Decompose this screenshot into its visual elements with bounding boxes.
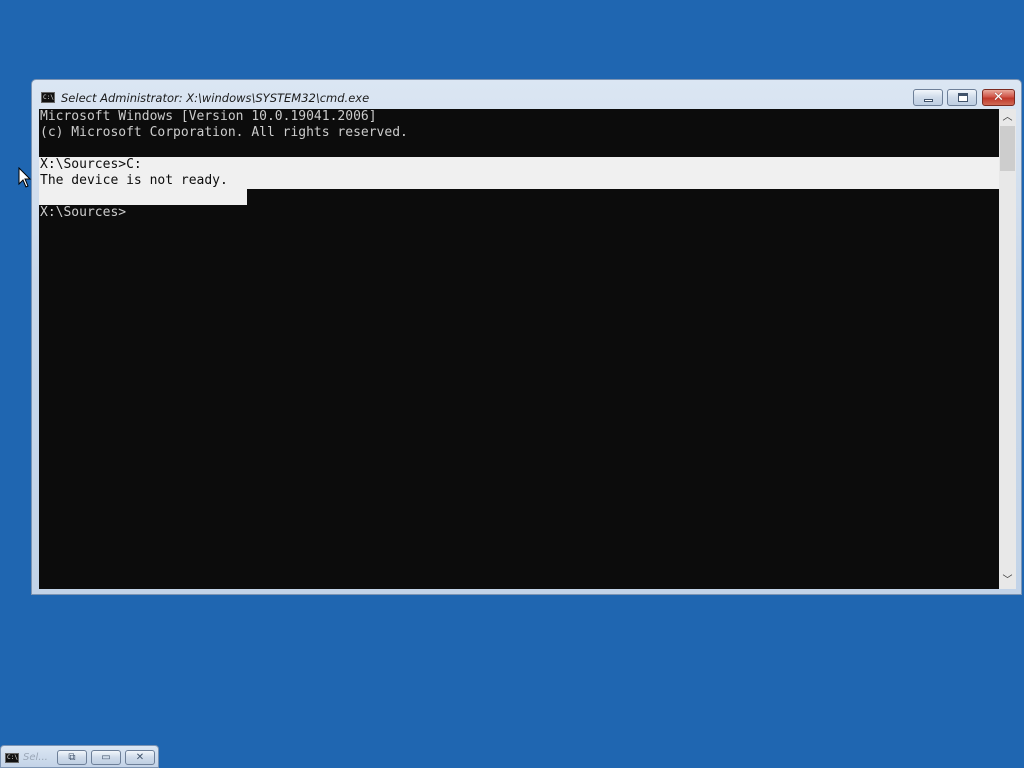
close-button[interactable]: ✕ — [982, 89, 1015, 106]
text-selection-highlight-tail — [39, 189, 247, 205]
desktop: C:\ Select Administrator: X:\windows\SYS… — [0, 0, 1024, 768]
close-button[interactable]: ✕ — [125, 750, 155, 765]
minimized-window-title: Sel... — [23, 752, 48, 763]
minimize-button[interactable] — [913, 89, 943, 106]
console-line-copyright: (c) Microsoft Corporation. All rights re… — [40, 125, 408, 140]
minimized-window[interactable]: C:\ Sel... ⧉ ▭ ✕ — [0, 745, 159, 768]
mouse-pointer-icon — [18, 167, 32, 188]
scroll-up-arrow-icon[interactable]: ︿ — [999, 109, 1016, 126]
maximize-button[interactable] — [947, 89, 977, 106]
vertical-scrollbar[interactable]: ︿ ﹀ — [999, 109, 1016, 589]
console-output[interactable]: Microsoft Windows [Version 10.0.19041.20… — [39, 109, 999, 589]
window-title: Select Administrator: X:\windows\SYSTEM3… — [61, 91, 370, 105]
maximize-button[interactable]: ▭ — [91, 750, 121, 765]
maximize-icon: ▭ — [101, 752, 111, 763]
scroll-down-arrow-icon[interactable]: ﹀ — [999, 572, 1016, 589]
minimize-icon — [924, 99, 933, 102]
console-line-version: Microsoft Windows [Version 10.0.19041.20… — [40, 109, 377, 124]
chip-icon-text: C:\ — [7, 754, 18, 761]
close-icon: ✕ — [993, 90, 1004, 105]
command-prompt-window[interactable]: C:\ Select Administrator: X:\windows\SYS… — [31, 79, 1022, 595]
close-icon: ✕ — [135, 752, 145, 763]
maximize-icon — [958, 93, 968, 102]
title-bar[interactable]: C:\ Select Administrator: X:\windows\SYS… — [32, 80, 1021, 109]
cmd-console-icon[interactable]: C:\ — [41, 92, 55, 103]
console-line-error: The device is not ready. — [40, 173, 228, 188]
console-line-command: X:\Sources>C: — [40, 157, 142, 172]
restore-icon: ⧉ — [68, 752, 76, 763]
cmd-console-icon: C:\ — [5, 753, 19, 763]
console-prompt[interactable]: X:\Sources> — [40, 205, 126, 221]
restore-button[interactable]: ⧉ — [57, 750, 87, 765]
scroll-thumb[interactable] — [1000, 126, 1015, 171]
cmd-icon-text: C:\ — [43, 94, 54, 101]
